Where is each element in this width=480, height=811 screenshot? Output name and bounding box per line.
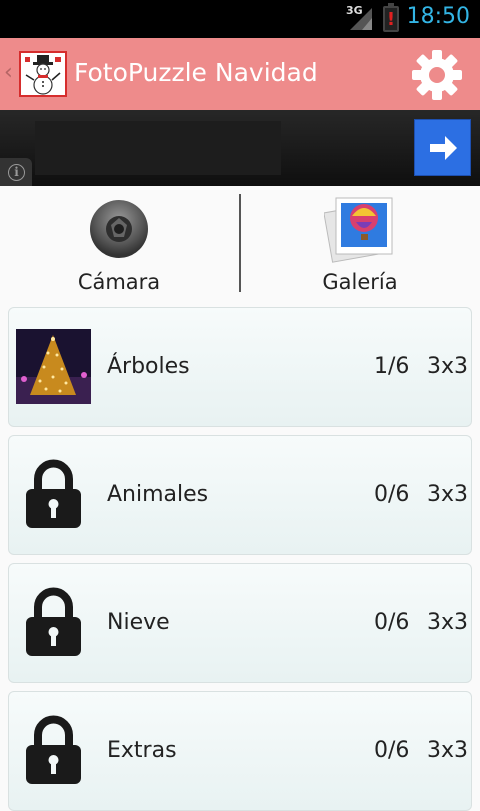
lock-icon (26, 715, 81, 784)
battery-warning: ! (386, 9, 396, 30)
category-progress: 1/6 (374, 354, 410, 379)
gear-icon[interactable] (410, 48, 464, 102)
ad-content[interactable] (35, 121, 281, 175)
category-size: 3x3 (427, 610, 469, 635)
status-time: 18:50 (406, 4, 470, 29)
lock-icon (26, 459, 81, 528)
category-name: Nieve (107, 610, 170, 635)
category-card-arboles[interactable]: Árboles 1/6 3x3 (8, 307, 472, 427)
gallery-label: Galería (322, 270, 398, 294)
info-icon: i (8, 164, 25, 181)
category-card-animales[interactable]: Animales 0/6 3x3 (8, 435, 472, 555)
category-name: Extras (107, 738, 177, 763)
camera-label: Cámara (77, 270, 161, 294)
action-bar: ‹ FotoPuzzle Navidad (0, 38, 480, 110)
ad-next-button[interactable] (414, 119, 471, 176)
category-size: 3x3 (427, 482, 469, 507)
category-name: Árboles (107, 354, 190, 379)
back-icon[interactable]: ‹ (4, 60, 13, 85)
status-bar: 3G ! 18:50 (0, 0, 480, 38)
category-progress: 0/6 (374, 738, 410, 763)
camera-icon (90, 200, 148, 258)
category-card-extras[interactable]: Extras 0/6 3x3 (8, 691, 472, 811)
network-type-label: 3G (346, 4, 363, 17)
ad-info-badge[interactable]: i (0, 158, 32, 186)
category-size: 3x3 (427, 738, 469, 763)
image-sources: Cámara Galería (0, 186, 480, 298)
gallery-icon (324, 197, 393, 263)
christmas-tree-thumbnail (16, 329, 91, 404)
category-progress: 0/6 (374, 610, 410, 635)
app-title: FotoPuzzle Navidad (74, 58, 318, 87)
lock-icon (26, 587, 81, 656)
category-progress: 0/6 (374, 482, 410, 507)
app-logo-snowman-icon[interactable] (19, 51, 67, 97)
ad-banner[interactable]: i (0, 110, 480, 186)
category-card-nieve[interactable]: Nieve 0/6 3x3 (8, 563, 472, 683)
category-size: 3x3 (427, 354, 469, 379)
battery-icon: ! (383, 3, 399, 32)
camera-source-button[interactable]: Cámara (0, 186, 238, 298)
category-name: Animales (107, 482, 209, 507)
arrow-right-icon (430, 136, 457, 160)
